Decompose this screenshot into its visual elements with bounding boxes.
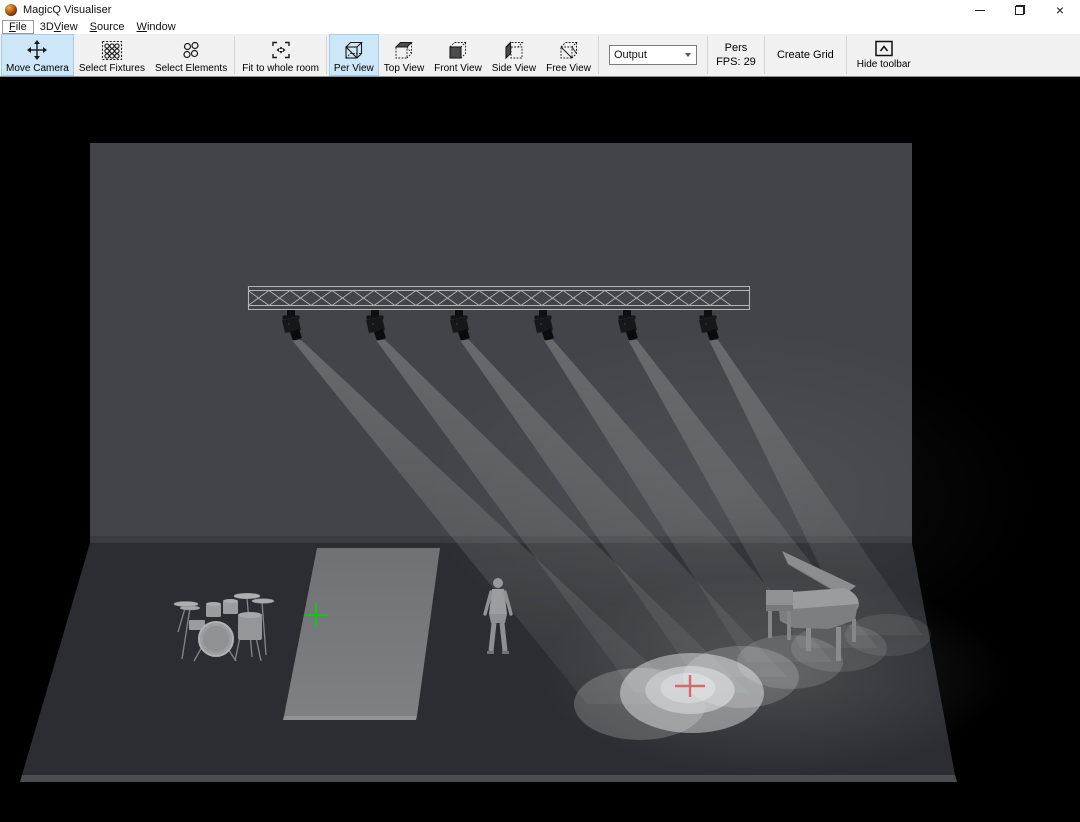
close-button[interactable]: × — [1040, 0, 1080, 20]
fps-label: FPS: 29 — [716, 55, 756, 69]
menu-window[interactable]: Window — [131, 20, 182, 34]
top-view-icon — [391, 37, 417, 63]
toolbar: Move Camera Select Fixtures Select Eleme… — [0, 34, 1080, 77]
top-view-button[interactable]: Top View — [379, 34, 429, 76]
side-view-icon — [501, 37, 527, 63]
select-elements-button[interactable]: Select Elements — [150, 34, 232, 76]
select-fixtures-icon — [99, 37, 125, 63]
select-elements-icon — [178, 37, 204, 63]
output-select-group: Output — [601, 34, 705, 76]
free-view-button[interactable]: Free View — [541, 34, 596, 76]
fit-to-whole-room-button[interactable]: Fit to whole room — [237, 34, 324, 76]
per-view-button[interactable]: Per View — [329, 34, 379, 76]
projection-mode-label: Pers — [725, 41, 748, 55]
front-view-icon — [445, 37, 471, 63]
side-view-button[interactable]: Side View — [487, 34, 541, 76]
menu-3d-view[interactable]: 3D View — [34, 20, 84, 34]
window-title: MagicQ Visualiser — [23, 4, 111, 16]
toolbar-separator — [764, 36, 765, 74]
output-select-value: Output — [610, 49, 680, 61]
3d-viewport[interactable] — [0, 77, 1080, 822]
minimize-button[interactable] — [960, 0, 1000, 20]
toolbar-separator — [326, 36, 327, 74]
per-view-icon — [341, 37, 367, 63]
render-status: Pers FPS: 29 — [710, 34, 762, 76]
menu-source[interactable]: Source — [84, 20, 131, 34]
toolbar-separator — [234, 36, 235, 74]
menu-bar: File 3D View Source Window — [0, 20, 1080, 34]
create-grid-button[interactable]: Create Grid — [767, 34, 844, 76]
output-select[interactable]: Output — [609, 45, 697, 65]
chevron-up-box-icon — [874, 40, 894, 58]
move-camera-button[interactable]: Move Camera — [1, 34, 74, 76]
fit-to-whole-room-icon — [268, 37, 294, 63]
close-icon: × — [1056, 3, 1064, 17]
title-bar: MagicQ Visualiser × — [0, 0, 1080, 20]
chevron-down-icon — [680, 53, 696, 57]
stage-front-edge — [20, 775, 957, 782]
restore-button[interactable] — [1000, 0, 1040, 20]
menu-file[interactable]: File — [2, 20, 34, 34]
hide-toolbar-button[interactable]: Hide toolbar — [849, 34, 919, 76]
front-view-button[interactable]: Front View — [429, 34, 487, 76]
beam-floor-pool — [845, 614, 931, 656]
move-camera-icon — [24, 37, 50, 63]
toolbar-separator — [846, 36, 847, 74]
toolbar-separator — [598, 36, 599, 74]
toolbar-separator — [707, 36, 708, 74]
minimize-icon — [975, 10, 985, 11]
free-view-icon — [556, 37, 582, 63]
app-logo-icon — [5, 4, 17, 16]
restore-icon — [1015, 5, 1025, 15]
select-fixtures-button[interactable]: Select Fixtures — [74, 34, 150, 76]
